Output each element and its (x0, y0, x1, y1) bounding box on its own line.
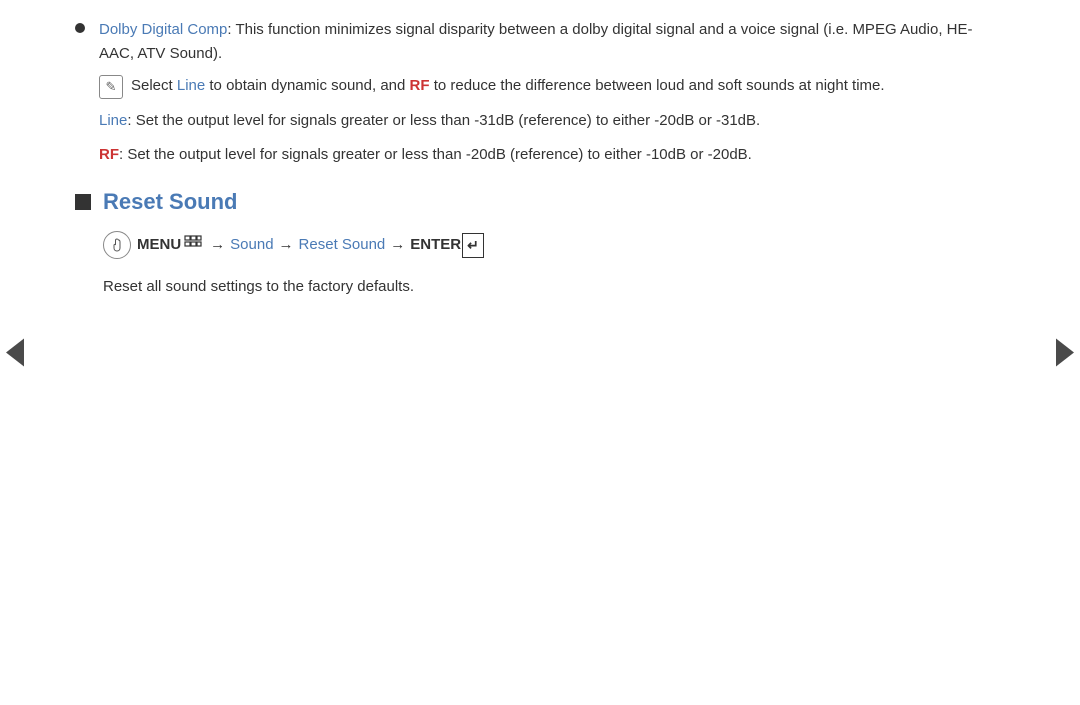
reset-sound-title: Reset Sound (103, 189, 237, 215)
menu-nav-row: MENU → Sound → Reset Sound → ENTER ↵ (103, 231, 1005, 259)
note-rf-word: RF (410, 77, 430, 94)
menu-label: MENU (137, 234, 181, 257)
bullet-content: Dolby Digital Comp: This function minimi… (99, 18, 1005, 167)
nav-arrow-right[interactable] (1050, 0, 1080, 705)
dolby-term-desc: : This function minimizes signal dispari… (99, 21, 972, 62)
menu-grid-icon (184, 234, 202, 257)
note-line-word: Line (177, 77, 205, 94)
dolby-term: Dolby Digital Comp (99, 21, 227, 38)
enter-return-icon: ↵ (467, 235, 479, 256)
note-middle: to obtain dynamic sound, and (205, 77, 409, 94)
arrow-3: → (390, 234, 405, 257)
arrow-2: → (279, 234, 294, 257)
content-area: Dolby Digital Comp: This function minimi… (55, 0, 1025, 705)
line-label: Line (99, 112, 127, 129)
note-prefix: Select (131, 77, 177, 94)
menu-icon (103, 231, 131, 259)
reset-sound-heading: Reset Sound (75, 189, 1005, 215)
rf-description: RF: Set the output level for signals gre… (99, 143, 1005, 167)
bullet-item-dolby: Dolby Digital Comp: This function minimi… (75, 18, 1005, 167)
nav-sound: Sound (230, 234, 273, 257)
note-text: Select Line to obtain dynamic sound, and… (131, 74, 1005, 98)
factory-reset-desc: Reset all sound settings to the factory … (103, 275, 1005, 299)
enter-label: ENTER (410, 234, 461, 257)
arrow-1: → (210, 234, 225, 257)
left-arrow-icon (6, 339, 24, 367)
note-suffix: to reduce the difference between loud an… (430, 77, 885, 94)
rf-label: RF (99, 146, 119, 163)
black-square-icon (75, 194, 91, 210)
rf-desc: : Set the output level for signals great… (119, 146, 752, 163)
note-row: Select Line to obtain dynamic sound, and… (99, 74, 1005, 99)
line-desc: : Set the output level for signals great… (127, 112, 760, 129)
enter-box: ↵ (462, 233, 484, 258)
page-container: Dolby Digital Comp: This function minimi… (0, 0, 1080, 705)
bullet-dot (75, 23, 85, 33)
right-arrow-icon (1056, 339, 1074, 367)
memo-icon (99, 75, 123, 99)
menu-hand-svg (109, 237, 125, 253)
nav-reset-sound: Reset Sound (299, 234, 386, 257)
line-description: Line: Set the output level for signals g… (99, 109, 1005, 133)
nav-arrow-left[interactable] (0, 0, 30, 705)
